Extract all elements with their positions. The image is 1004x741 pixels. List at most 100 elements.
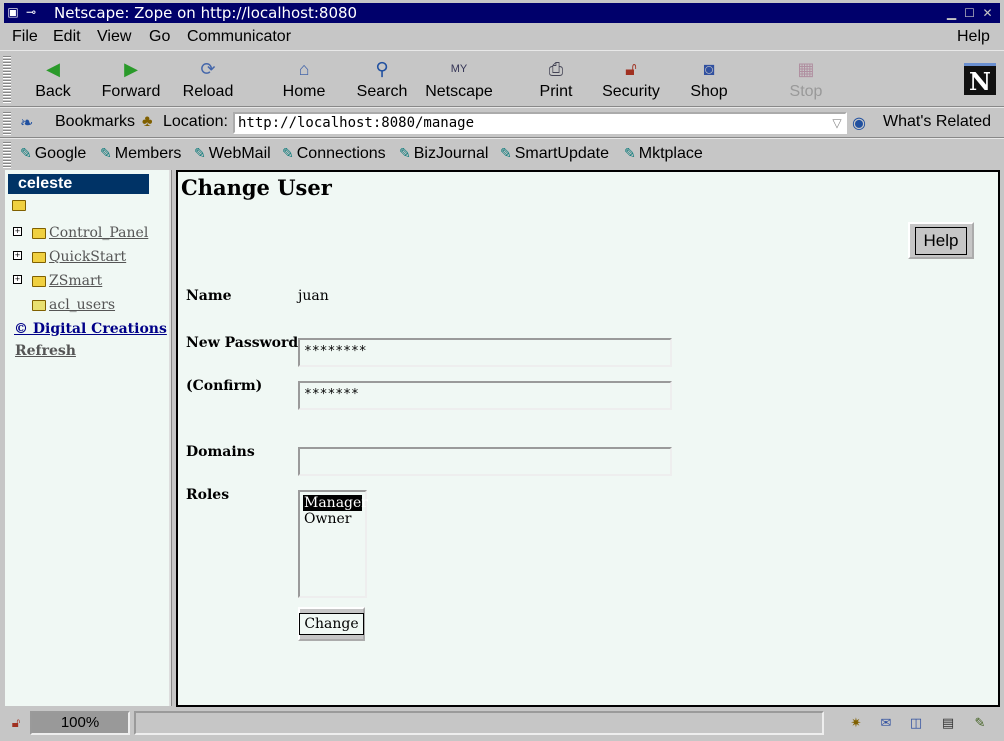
- shop-button[interactable]: ◙ Shop: [688, 53, 730, 105]
- expand-icon[interactable]: +: [13, 227, 22, 236]
- bookmark-pen-icon: ✎: [624, 145, 636, 161]
- mail-icon[interactable]: ✉: [876, 715, 896, 733]
- home-icon: ⌂: [298, 59, 310, 79]
- home-label: Home: [282, 83, 326, 100]
- bookmark-label: Google: [34, 145, 87, 162]
- tree-item-zsmart[interactable]: ZSmart: [32, 273, 102, 289]
- back-label: Back: [35, 83, 71, 100]
- page-title: Change User: [181, 175, 332, 200]
- bookmark-pen-icon: ✎: [399, 145, 411, 161]
- tree-item-label[interactable]: acl_users: [49, 297, 115, 313]
- confirm-label: (Confirm): [186, 378, 263, 394]
- bookmarks-icon[interactable]: ❧: [20, 113, 33, 133]
- maximize-icon[interactable]: ☐: [962, 6, 977, 20]
- roles-label: Roles: [186, 487, 230, 503]
- security-status-icon[interactable]: 🔓︎: [6, 715, 26, 733]
- stop-icon: ▦: [797, 59, 815, 79]
- bookmark-webmail[interactable]: ✎ WebMail: [194, 145, 271, 163]
- location-icon[interactable]: ♣: [142, 113, 153, 131]
- role-option-manager[interactable]: Manager: [303, 495, 368, 511]
- bookmark-pen-icon: ✎: [282, 145, 294, 161]
- netscape-logo[interactable]: N: [964, 63, 996, 96]
- password-field[interactable]: ********: [298, 338, 672, 367]
- expand-icon[interactable]: +: [13, 275, 22, 284]
- role-option-owner[interactable]: Owner: [303, 511, 362, 527]
- menu-file[interactable]: File: [12, 28, 38, 46]
- toolbar-grip[interactable]: [3, 55, 11, 103]
- change-button[interactable]: Change: [298, 607, 365, 641]
- search-icon: ⚲: [375, 59, 389, 79]
- my-netscape-icon: MY: [450, 63, 468, 75]
- folder-icon: [32, 251, 46, 263]
- location-grip[interactable]: [3, 111, 11, 135]
- print-button[interactable]: ⎙ Print: [536, 53, 576, 105]
- forward-arrow-icon: ▶: [124, 59, 138, 79]
- menu-edit[interactable]: Edit: [53, 28, 81, 46]
- tree-item-label[interactable]: Control_Panel: [49, 225, 148, 241]
- server-name-header[interactable]: celeste: [8, 174, 149, 194]
- reload-button[interactable]: ⟳ Reload: [180, 53, 236, 105]
- shop-icon: ◙: [703, 59, 715, 79]
- content-frame: Change User Help Name juan New Password …: [176, 170, 1000, 707]
- status-message: [134, 711, 824, 735]
- back-arrow-icon: ◀: [46, 59, 60, 79]
- roles-select[interactable]: Manager Owner: [298, 490, 368, 598]
- tree-item-acl-users[interactable]: acl_users: [32, 297, 115, 313]
- menu-go[interactable]: Go: [149, 28, 170, 46]
- discussions-icon[interactable]: ◫: [906, 715, 926, 733]
- netscape-button[interactable]: MY Netscape: [422, 53, 496, 105]
- address-book-icon[interactable]: ▤: [938, 715, 958, 733]
- digital-creations-link[interactable]: © Digital Creations: [14, 321, 167, 337]
- password-label: New Password: [186, 335, 299, 351]
- bookmark-label: Members: [114, 145, 182, 162]
- forward-button[interactable]: ▶ Forward: [98, 53, 164, 105]
- home-button[interactable]: ⌂ Home: [278, 53, 330, 105]
- whats-related-button[interactable]: What's Related: [883, 113, 991, 131]
- shop-label: Shop: [690, 83, 728, 100]
- back-button[interactable]: ◀ Back: [28, 53, 78, 105]
- confirm-password-field[interactable]: *******: [298, 381, 672, 410]
- menu-view[interactable]: View: [97, 28, 131, 46]
- bookmark-mktplace[interactable]: ✎ Mktplace: [624, 145, 703, 163]
- tree-item-label[interactable]: QuickStart: [49, 249, 126, 265]
- refresh-link[interactable]: Refresh: [15, 343, 76, 359]
- security-button[interactable]: 🔓︎ Security: [600, 53, 662, 105]
- personal-grip[interactable]: [3, 142, 11, 168]
- stop-button[interactable]: ▦ Stop: [786, 53, 826, 105]
- help-button[interactable]: Help: [908, 222, 974, 259]
- tree-item-quickstart[interactable]: QuickStart: [32, 249, 126, 265]
- bookmark-label: WebMail: [208, 145, 271, 162]
- search-label: Search: [356, 83, 408, 100]
- chevron-down-icon[interactable]: ▽: [829, 114, 845, 132]
- search-button[interactable]: ⚲ Search: [354, 53, 410, 105]
- navigation-frame: celeste + Control_Panel + QuickStart + Z…: [5, 170, 172, 706]
- minimize-icon[interactable]: ▁: [944, 6, 959, 20]
- status-bar: 🔓︎ 100% ✷ ✉ ◫ ▤ ✎: [0, 707, 1004, 741]
- expand-icon[interactable]: +: [13, 251, 22, 260]
- user-folder-icon: [32, 299, 46, 311]
- bookmark-google[interactable]: ✎ Google: [20, 145, 86, 163]
- bookmark-members[interactable]: ✎ Members: [100, 145, 181, 163]
- bookmark-connections[interactable]: ✎ Connections: [282, 145, 386, 163]
- bookmarks-button[interactable]: Bookmarks: [55, 113, 135, 131]
- tree-item-control-panel[interactable]: Control_Panel: [32, 225, 148, 241]
- navigator-icon[interactable]: ✷: [846, 715, 866, 733]
- composer-icon[interactable]: ✎: [970, 715, 990, 733]
- menu-communicator[interactable]: Communicator: [187, 28, 291, 46]
- bookmark-label: SmartUpdate: [514, 145, 609, 162]
- tree-item-label[interactable]: ZSmart: [49, 273, 102, 289]
- change-button-label: Change: [299, 613, 364, 635]
- location-toolbar: ❧ Bookmarks ♣ Location: http://localhost…: [0, 107, 1004, 138]
- personal-toolbar: ✎ Google ✎ Members ✎ WebMail ✎ Connections ✎…: [0, 138, 1004, 170]
- bookmark-smartupdate[interactable]: ✎ SmartUpdate: [500, 145, 609, 163]
- netscape-label: Netscape: [425, 83, 493, 100]
- domains-field[interactable]: [298, 447, 672, 476]
- pin-icon[interactable]: ⊸: [24, 5, 38, 19]
- menu-help[interactable]: Help: [957, 28, 990, 46]
- location-input[interactable]: http://localhost:8080/manage: [233, 112, 847, 134]
- window-menu-icon[interactable]: ▣: [6, 5, 20, 19]
- close-icon[interactable]: ✕: [980, 6, 995, 20]
- whats-related-icon[interactable]: ◉: [852, 113, 866, 133]
- root-folder-icon[interactable]: [12, 200, 26, 211]
- bookmark-bizjournal[interactable]: ✎ BizJournal: [399, 145, 488, 163]
